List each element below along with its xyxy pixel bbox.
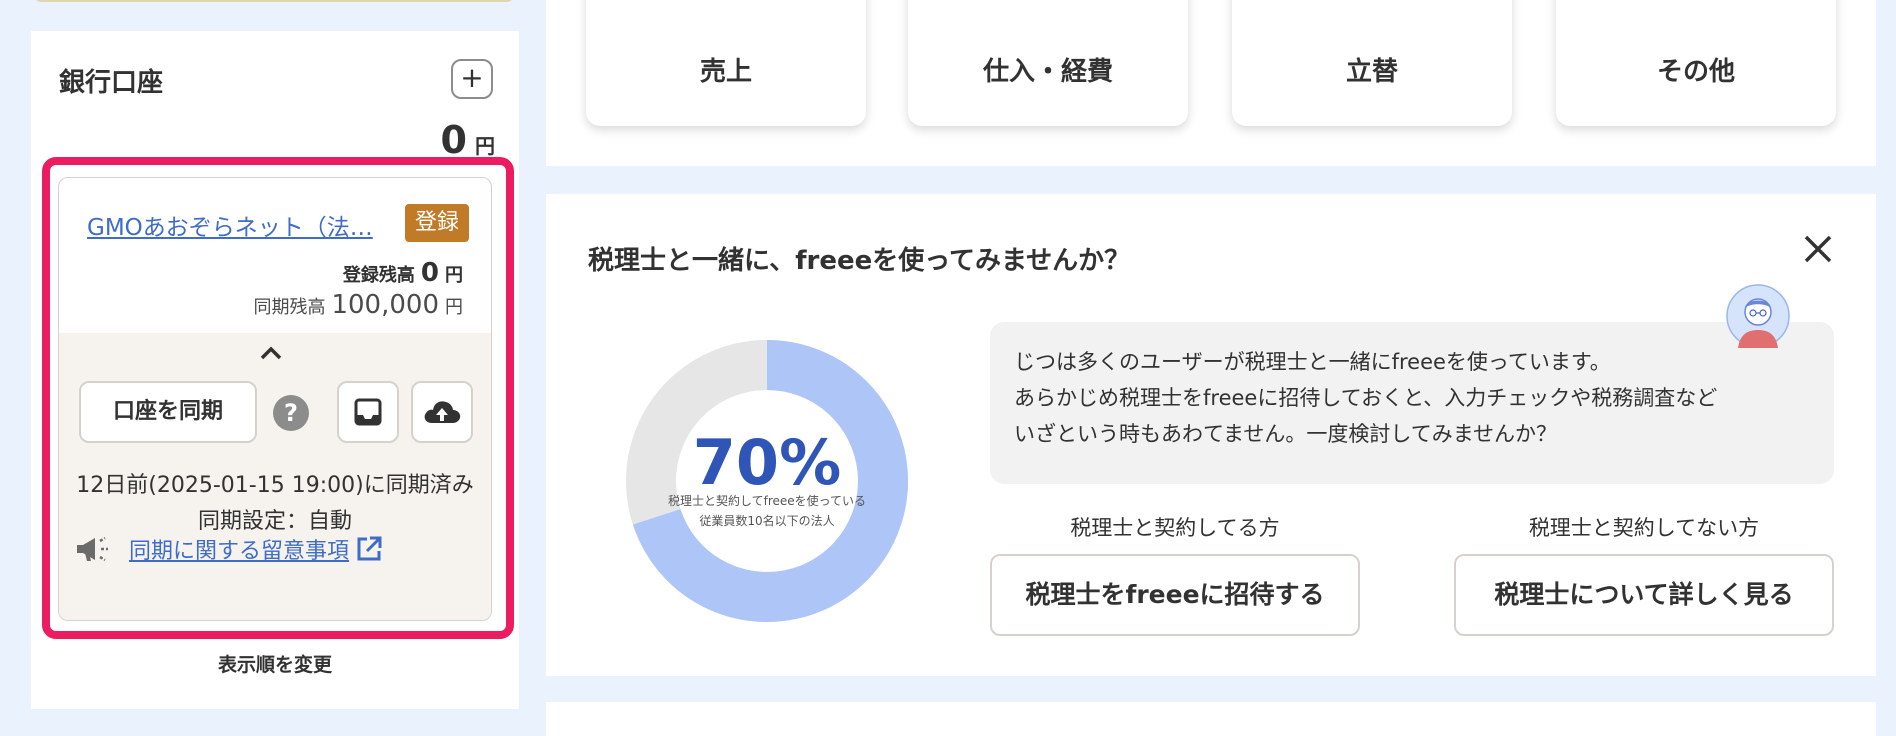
bubble-line-3: いざという時もあわてません。一度検討してみませんか？ <box>1014 422 1558 446</box>
donut-caption-1: 税理士と契約してfreeeを使っている <box>667 494 867 508</box>
category-card-other[interactable]: その他 <box>1556 0 1836 126</box>
donut-caption-2: 従業員数10名以下の法人 <box>699 514 835 528</box>
category-label-other: その他 <box>1656 57 1735 87</box>
category-label-expense: 仕入・経費 <box>982 57 1113 87</box>
donut-chart: 70% 税理士と契約してfreeeを使っている 従業員数10名以下の法人 <box>624 338 910 624</box>
option-1-label: 税理士と契約してる方 <box>1070 516 1280 540</box>
bank-total-unit: 円 <box>475 134 495 158</box>
invite-accountant-button[interactable]: 税理士をfreeeに招待する <box>990 554 1360 636</box>
category-card-sales[interactable]: 売上 <box>586 0 866 126</box>
help-icon[interactable]: ? <box>273 395 309 431</box>
account-name-link[interactable]: GMOあおぞらネット（法… <box>87 208 387 242</box>
inbox-button[interactable] <box>337 381 399 443</box>
collapse-chevron-icon[interactable] <box>259 339 283 367</box>
registered-balance-label: 登録残高 <box>342 265 415 286</box>
synced-balance: 同期残高 100,000 円 <box>253 290 463 320</box>
entry-category-panel: 売上 仕入・経費 立替 その他 <box>546 0 1876 166</box>
sync-account-button[interactable]: 口座を同期 <box>79 381 257 443</box>
bank-panel-title: 銀行口座 <box>59 68 164 98</box>
info-bubble: じつは多くのユーザーが税理士と一緒にfreeeを使っています。 あらかじめ税理士… <box>990 322 1834 484</box>
donut-percent: 70% <box>692 426 842 499</box>
category-label-sales: 売上 <box>699 57 752 87</box>
promo-title: 税理士と一緒に、freeeを使ってみませんか？ <box>588 246 1131 276</box>
accountant-promo-panel: 税理士と一緒に、freeeを使ってみませんか？ 70% 税理士と契約してfree… <box>546 194 1876 676</box>
inbox-icon <box>354 398 382 426</box>
close-icon[interactable] <box>1802 232 1834 272</box>
category-label-advance: 立替 <box>1345 57 1398 87</box>
bubble-line-1: じつは多くのユーザーが税理士と一緒にfreeeを使っています。 <box>1014 350 1611 374</box>
sync-setting-text: 同期設定：自動 <box>197 509 352 534</box>
registered-balance-unit: 円 <box>445 265 463 286</box>
megaphone-icon <box>77 536 108 562</box>
external-link-icon <box>357 536 382 561</box>
synced-balance-unit: 円 <box>445 297 463 318</box>
sync-status-text: 12日前(2025-01-15 19:00)に同期済み <box>76 473 474 498</box>
category-card-advance[interactable]: 立替 <box>1232 0 1512 126</box>
bubble-line-2: あらかじめ税理士をfreeeに招待しておくと、入力チェックや税務調査など <box>1014 386 1718 410</box>
registered-balance: 登録残高 0 円 <box>343 258 463 288</box>
registered-balance-value: 0 <box>420 258 439 288</box>
account-card-footer: 口座を同期 ? 12日前(2025-01-15 19:00)に同期済み 同期設定… <box>59 333 491 620</box>
top-panel-edge <box>32 0 516 2</box>
add-account-button[interactable]: + <box>451 59 493 99</box>
bank-total-value: 0 <box>440 118 467 162</box>
bank-total: 0円 <box>441 118 495 162</box>
upload-button[interactable] <box>411 381 473 443</box>
learn-accountant-button[interactable]: 税理士について詳しく見る <box>1454 554 1834 636</box>
reorder-link[interactable]: 表示順を変更 <box>31 650 519 677</box>
accountant-avatar-icon <box>1726 284 1790 348</box>
option-2-label: 税理士と契約してない方 <box>1528 516 1760 540</box>
synced-balance-label: 同期残高 <box>253 297 326 318</box>
category-card-expense[interactable]: 仕入・経費 <box>908 0 1188 126</box>
next-panel-edge <box>546 702 1876 736</box>
donut-center: 70% 税理士と契約してfreeeを使っている 従業員数10名以下の法人 <box>624 338 910 624</box>
sync-notice-row: 同期に関する留意事項 <box>75 533 383 565</box>
synced-balance-value: 100,000 <box>331 290 439 320</box>
sync-notice-link[interactable]: 同期に関する留意事項 <box>129 533 349 565</box>
registered-badge: 登録 <box>405 204 469 242</box>
account-card: GMOあおぞらネット（法… 登録 登録残高 0 円 同期残高 100,000 円 口座を… <box>58 177 492 621</box>
cloud-upload-icon <box>424 401 461 423</box>
